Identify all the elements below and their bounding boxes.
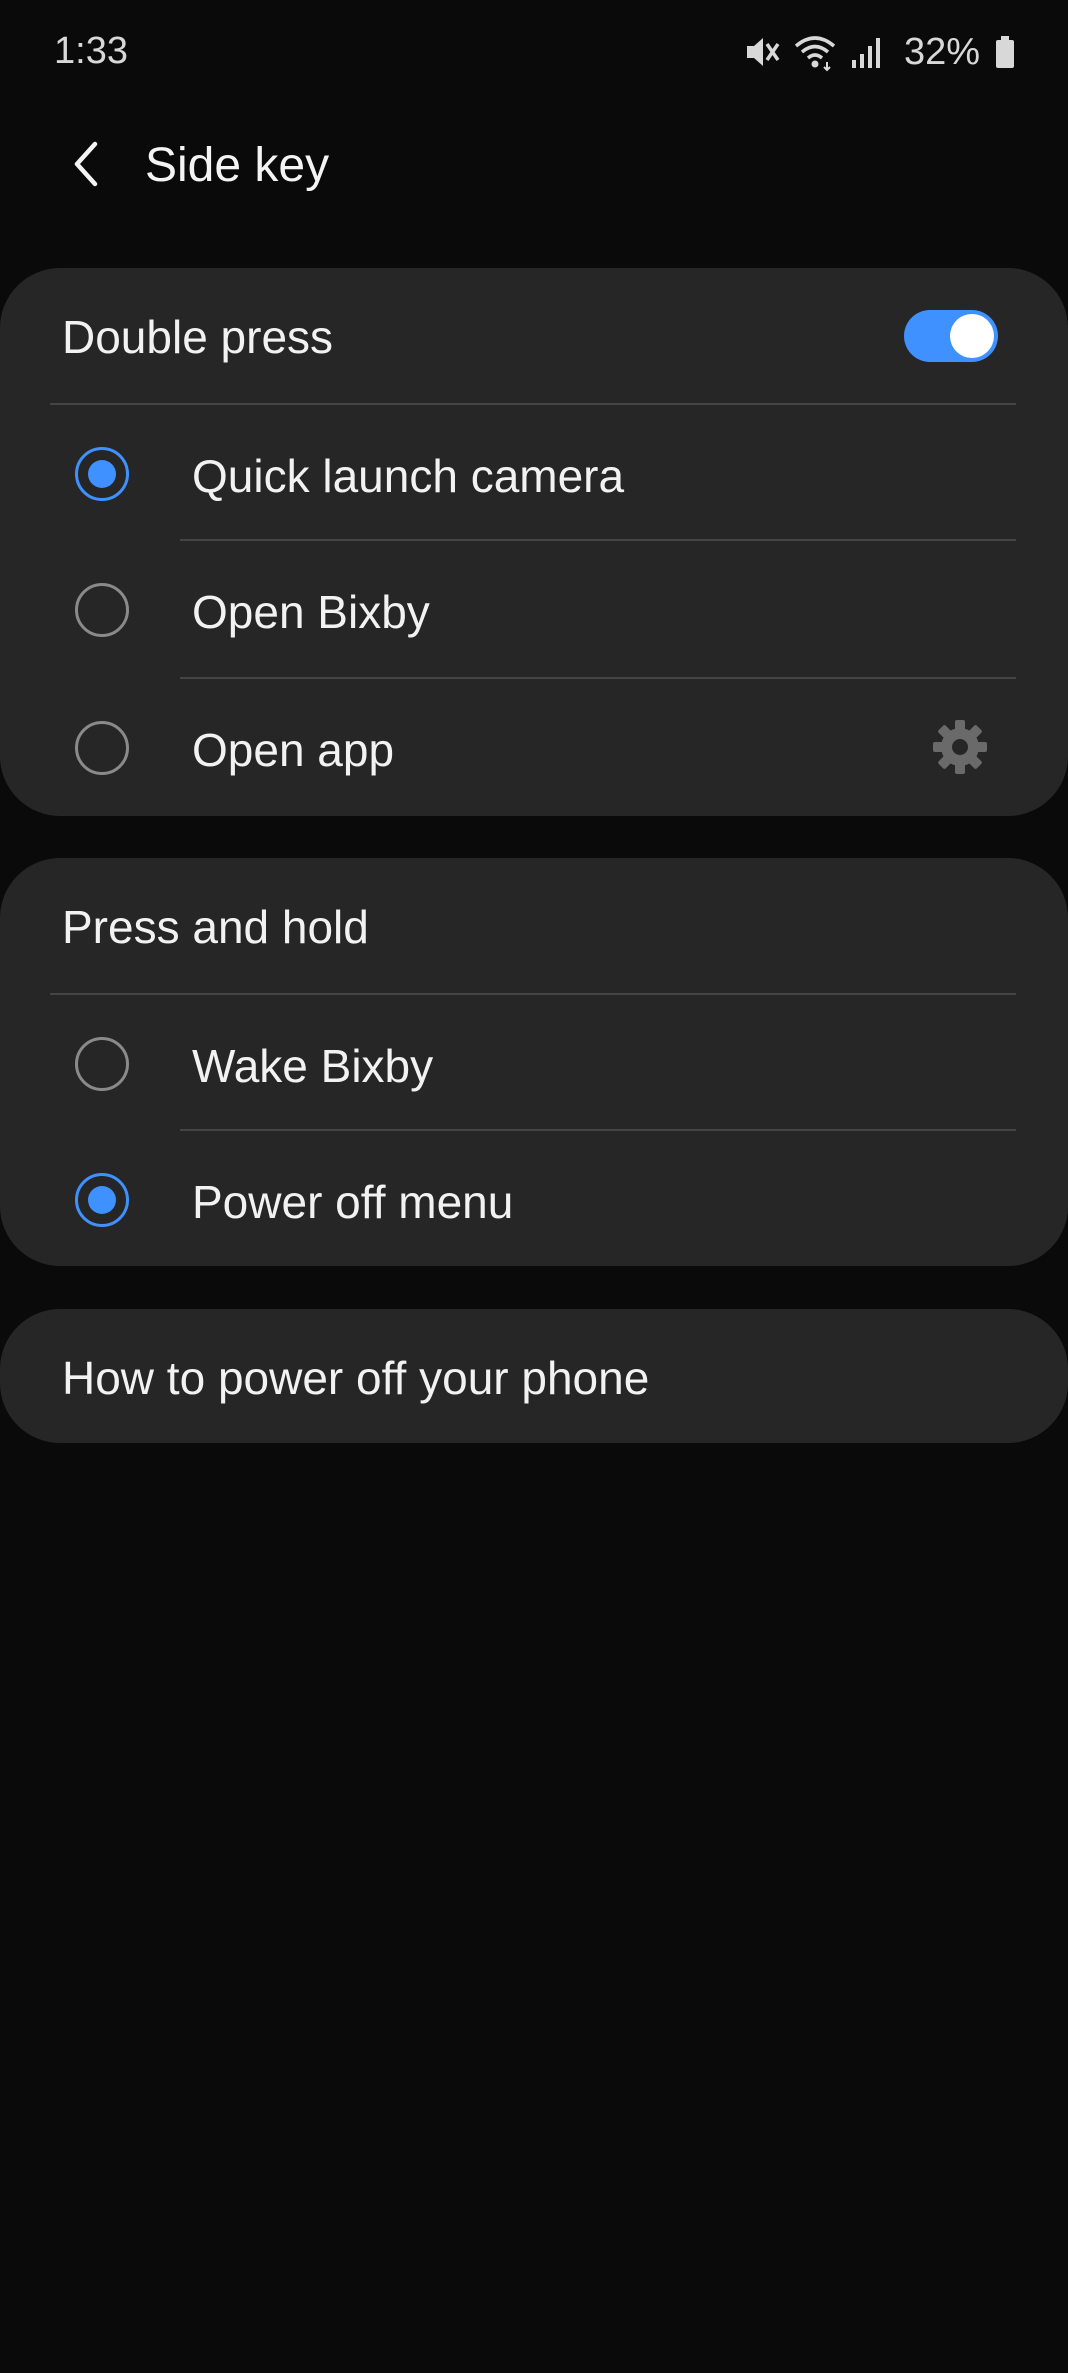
app-bar: Side key: [0, 110, 1068, 222]
double-press-toggle[interactable]: [904, 310, 998, 362]
double-press-header-row[interactable]: Double press: [0, 268, 1068, 404]
status-time: 1:33: [54, 30, 128, 72]
signal-icon: [850, 32, 884, 72]
how-to-power-off-label: How to power off your phone: [62, 1352, 650, 1404]
option-power-off-menu[interactable]: Power off menu: [0, 1131, 1068, 1267]
double-press-title: Double press: [62, 311, 334, 363]
battery-icon: [994, 32, 1016, 72]
open-app-settings-button[interactable]: [928, 717, 992, 781]
option-label: Open app: [192, 724, 395, 776]
page-title: Side key: [145, 139, 330, 192]
option-open-bixby[interactable]: Open Bixby: [0, 541, 1068, 677]
gear-icon: [931, 718, 989, 781]
option-open-app[interactable]: Open app: [0, 679, 1068, 815]
option-label: Quick launch camera: [192, 450, 625, 502]
radio-quick-launch-camera[interactable]: [75, 447, 129, 501]
option-wake-bixby[interactable]: Wake Bixby: [0, 995, 1068, 1131]
how-to-power-off-link[interactable]: How to power off your phone: [0, 1309, 1068, 1443]
double-press-card: Double press Quick launch camera Open Bi…: [0, 268, 1068, 816]
battery-percent: 32%: [903, 30, 980, 73]
radio-power-off-menu[interactable]: [75, 1173, 129, 1227]
option-label: Wake Bixby: [192, 1040, 434, 1092]
radio-wake-bixby[interactable]: [75, 1037, 129, 1091]
option-quick-launch-camera[interactable]: Quick launch camera: [0, 405, 1068, 541]
press-and-hold-card: Press and hold Wake Bixby Power off menu: [0, 858, 1068, 1266]
back-button[interactable]: [50, 130, 120, 202]
side-key-settings-screen: 1:33 32% Side key Double press Quick lau…: [0, 0, 1068, 2373]
status-bar: 1:33 32%: [0, 0, 1068, 110]
option-label: Open Bixby: [192, 586, 430, 638]
wifi-icon: [794, 32, 836, 72]
mute-icon: [744, 32, 780, 72]
toggle-knob: [950, 314, 994, 358]
radio-open-app[interactable]: [75, 721, 129, 775]
status-icons: 32%: [744, 28, 1016, 76]
radio-open-bixby[interactable]: [75, 583, 129, 637]
back-arrow-icon: [65, 138, 105, 195]
press-and-hold-title: Press and hold: [62, 901, 369, 953]
option-label: Power off menu: [192, 1176, 514, 1228]
